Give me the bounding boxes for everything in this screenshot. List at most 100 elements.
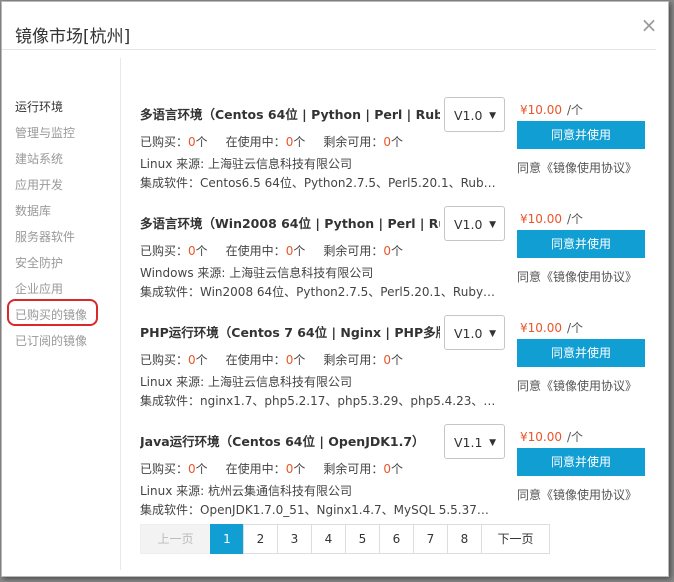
unit: 个 bbox=[391, 244, 404, 258]
image-card: Java运行环境（Centos 64位 | OpenJDK1.7） 已购买：0 个… bbox=[140, 424, 656, 531]
header-divider bbox=[2, 49, 656, 50]
page-8-button[interactable]: 8 bbox=[447, 524, 482, 554]
page-3-button[interactable]: 3 bbox=[277, 524, 312, 554]
in-use-label: 在使用中： bbox=[225, 244, 286, 258]
page-7-button[interactable]: 7 bbox=[413, 524, 448, 554]
agree-and-use-button[interactable]: 同意并使用 bbox=[517, 121, 645, 149]
remaining-count: 0 bbox=[383, 244, 391, 258]
unit: 个 bbox=[195, 353, 208, 367]
version-select[interactable]: V1.1 ▼ bbox=[444, 424, 505, 459]
price-value: ¥10.00 bbox=[520, 103, 562, 117]
unit: 个 bbox=[293, 462, 306, 476]
caret-down-icon: ▼ bbox=[489, 329, 496, 339]
unit: 个 bbox=[293, 135, 306, 149]
version-value: V1.0 bbox=[454, 108, 483, 123]
bought-count: 0 bbox=[188, 135, 196, 149]
page-1-button[interactable]: 1 bbox=[210, 524, 244, 554]
image-title: PHP运行环境（Centos 7 64位 | Nginx | PHP多版本|FT bbox=[140, 325, 440, 340]
bought-count: 0 bbox=[188, 353, 196, 367]
highlight-annotation bbox=[7, 299, 98, 326]
bought-count: 0 bbox=[188, 244, 196, 258]
price: ¥10.00/个 bbox=[520, 101, 583, 118]
bought-label: 已购买： bbox=[140, 462, 189, 476]
bought-label: 已购买： bbox=[140, 135, 189, 149]
price-value: ¥10.00 bbox=[520, 321, 562, 335]
sidebar-item-database[interactable]: 数据库 bbox=[15, 202, 51, 219]
sidebar-divider bbox=[120, 58, 121, 570]
remaining-label: 剩余可用： bbox=[323, 353, 384, 367]
price: ¥10.00/个 bbox=[520, 210, 583, 227]
agreement-link[interactable]: 同意《镜像使用协议》 bbox=[517, 159, 637, 176]
sidebar-item-runtime[interactable]: 运行环境 bbox=[15, 98, 63, 115]
sidebar-item-management[interactable]: 管理与监控 bbox=[15, 124, 75, 141]
price: ¥10.00/个 bbox=[520, 428, 583, 445]
sidebar-item-security[interactable]: 安全防护 bbox=[15, 254, 63, 271]
agree-and-use-button[interactable]: 同意并使用 bbox=[517, 230, 645, 258]
unit: 个 bbox=[293, 244, 306, 258]
price-value: ¥10.00 bbox=[520, 212, 562, 226]
image-card: 多语言环境（Centos 64位 | Python | Perl | Ruby … bbox=[140, 97, 656, 204]
version-value: V1.1 bbox=[454, 435, 483, 450]
page-2-button[interactable]: 2 bbox=[243, 524, 278, 554]
remaining-label: 剩余可用： bbox=[323, 244, 384, 258]
image-stats: 已购买：0个 在使用中：0个 剩余可用：0个 bbox=[140, 242, 403, 259]
sidebar-item-enterprise[interactable]: 企业应用 bbox=[15, 280, 63, 297]
sidebar-item-server-software[interactable]: 服务器软件 bbox=[15, 228, 75, 245]
sidebar-item-app-dev[interactable]: 应用开发 bbox=[15, 176, 63, 193]
page-6-button[interactable]: 6 bbox=[379, 524, 414, 554]
price-unit: /个 bbox=[567, 321, 584, 335]
remaining-label: 剩余可用： bbox=[323, 462, 384, 476]
sidebar-item-site-builder[interactable]: 建站系统 bbox=[15, 150, 63, 167]
agreement-link[interactable]: 同意《镜像使用协议》 bbox=[517, 377, 637, 394]
bought-count: 0 bbox=[188, 462, 196, 476]
image-card: PHP运行环境（Centos 7 64位 | Nginx | PHP多版本|FT… bbox=[140, 315, 656, 422]
price-unit: /个 bbox=[567, 212, 584, 226]
price: ¥10.00/个 bbox=[520, 319, 583, 336]
agree-and-use-button[interactable]: 同意并使用 bbox=[517, 339, 645, 367]
page-4-button[interactable]: 4 bbox=[311, 524, 346, 554]
image-stats: 已购买：0个 在使用中：0个 剩余可用：0个 bbox=[140, 351, 403, 368]
agreement-link[interactable]: 同意《镜像使用协议》 bbox=[517, 268, 637, 285]
image-software: 集成软件：Centos6.5 64位、Python2.7.5、Perl5.20.… bbox=[140, 176, 496, 190]
version-select[interactable]: V1.0 ▼ bbox=[444, 315, 505, 350]
dialog-title: 镜像市场[杭州] bbox=[15, 27, 131, 47]
image-title: Java运行环境（Centos 64位 | OpenJDK1.7） bbox=[140, 434, 425, 449]
bought-label: 已购买： bbox=[140, 244, 189, 258]
image-software: 集成软件：OpenJDK1.7.0_51、Nginx1.4.7、MySQL 5.… bbox=[140, 503, 496, 517]
remaining-count: 0 bbox=[383, 135, 391, 149]
bought-label: 已购买： bbox=[140, 353, 189, 367]
unit: 个 bbox=[391, 135, 404, 149]
image-stats: 已购买：0个 在使用中：0个 剩余可用：0个 bbox=[140, 460, 403, 477]
remaining-label: 剩余可用： bbox=[323, 135, 384, 149]
image-software: 集成软件：Win2008 64位、Python2.7.5、Perl5.20.1、… bbox=[140, 285, 496, 299]
version-select[interactable]: V1.0 ▼ bbox=[444, 206, 505, 241]
page-5-button[interactable]: 5 bbox=[345, 524, 380, 554]
version-value: V1.0 bbox=[454, 217, 483, 232]
image-source: Linux 来源: 上海驻云信息科技有限公司 bbox=[140, 157, 353, 171]
price-unit: /个 bbox=[567, 430, 584, 444]
agree-and-use-button[interactable]: 同意并使用 bbox=[517, 448, 645, 476]
version-value: V1.0 bbox=[454, 326, 483, 341]
unit: 个 bbox=[293, 353, 306, 367]
image-title: 多语言环境（Win2008 64位 | Python | Perl | Ruby… bbox=[140, 216, 440, 231]
unit: 个 bbox=[391, 353, 404, 367]
close-icon[interactable]: × bbox=[639, 15, 659, 35]
next-page-button[interactable]: 下一页 bbox=[481, 524, 550, 554]
image-market-dialog: 镜像市场[杭州] × 运行环境 管理与监控 建站系统 应用开发 数据库 服务器软… bbox=[1, 1, 669, 577]
version-select[interactable]: V1.0 ▼ bbox=[444, 97, 505, 132]
price-value: ¥10.00 bbox=[520, 430, 562, 444]
unit: 个 bbox=[195, 135, 208, 149]
caret-down-icon: ▼ bbox=[489, 220, 496, 230]
image-source: Linux 来源: 上海驻云信息科技有限公司 bbox=[140, 375, 353, 389]
prev-page-button[interactable]: 上一页 bbox=[140, 524, 211, 554]
caret-down-icon: ▼ bbox=[489, 438, 496, 448]
image-source: Windows 来源: 上海驻云信息科技有限公司 bbox=[140, 266, 374, 280]
sidebar-item-subscribed-images[interactable]: 已订阅的镜像 bbox=[15, 332, 87, 349]
agreement-link[interactable]: 同意《镜像使用协议》 bbox=[517, 486, 637, 503]
price-unit: /个 bbox=[567, 103, 584, 117]
caret-down-icon: ▼ bbox=[489, 111, 496, 121]
image-source: Linux 来源: 杭州云集通信科技有限公司 bbox=[140, 484, 353, 498]
unit: 个 bbox=[391, 462, 404, 476]
image-title: 多语言环境（Centos 64位 | Python | Perl | Ruby … bbox=[140, 107, 440, 122]
unit: 个 bbox=[195, 244, 208, 258]
